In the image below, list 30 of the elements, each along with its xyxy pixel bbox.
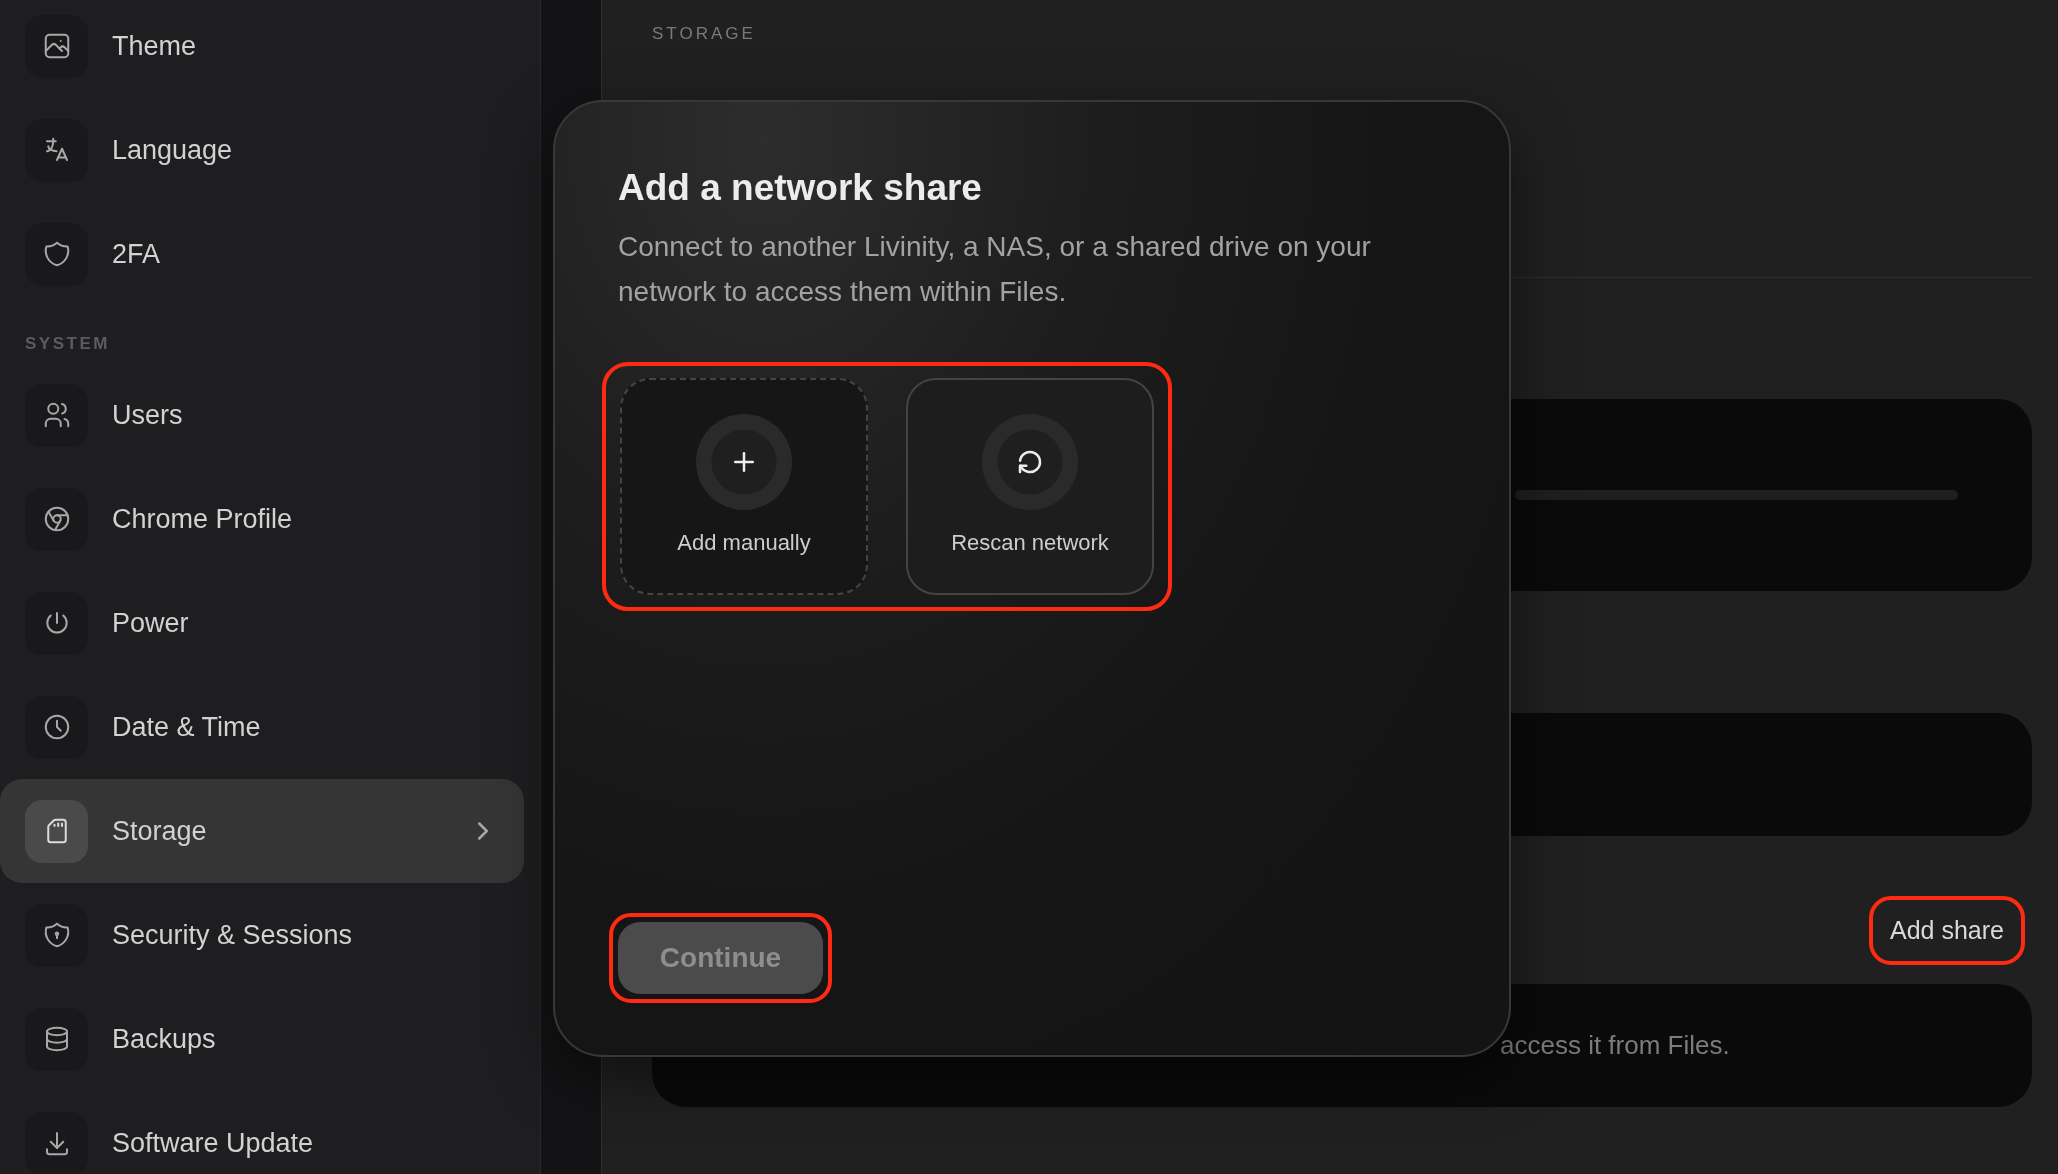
image-icon bbox=[25, 14, 88, 78]
add-share-button[interactable]: Add share bbox=[1873, 900, 2021, 961]
translate-icon bbox=[25, 118, 88, 182]
option-card[interactable]: Add manually bbox=[620, 378, 868, 595]
browser-icon bbox=[25, 487, 88, 551]
sidebar-item[interactable]: Security & Sessions bbox=[0, 883, 524, 987]
sidebar-item[interactable]: Power bbox=[0, 571, 524, 675]
sidebar-item[interactable]: Software Update bbox=[0, 1091, 524, 1174]
section-label: STORAGE bbox=[652, 23, 756, 45]
database-icon bbox=[25, 1007, 88, 1071]
power-icon bbox=[25, 591, 88, 655]
sidebar-item[interactable]: Chrome Profile bbox=[0, 467, 524, 571]
shield-icon bbox=[25, 222, 88, 286]
chevron-right-icon bbox=[478, 822, 488, 840]
card-text: access it from Files. bbox=[1500, 1030, 1730, 1061]
sidebar-item[interactable]: 2FA bbox=[0, 202, 524, 306]
sidebar-item[interactable]: Backups bbox=[0, 987, 524, 1091]
option-card[interactable]: Rescan network bbox=[906, 378, 1154, 595]
dialog-description: Connect to another Livinity, a NAS, or a shared drive on your network to access them within Files. bbox=[618, 230, 1372, 309]
sidebar-item[interactable]: Date & Time bbox=[0, 675, 524, 779]
sd-card-icon bbox=[25, 799, 88, 863]
clock-icon bbox=[25, 695, 88, 759]
sidebar-item[interactable]: Users bbox=[0, 363, 524, 467]
sidebar-item[interactable]: Language bbox=[0, 98, 524, 202]
shield-lock-icon bbox=[25, 903, 88, 967]
dialog-title: Add a network share bbox=[618, 166, 982, 210]
section-heading: SYSTEM bbox=[24, 333, 111, 355]
sidebar-item[interactable]: Storage bbox=[0, 779, 524, 883]
users-icon bbox=[25, 383, 88, 447]
sidebar-item[interactable]: Theme bbox=[0, 0, 524, 98]
